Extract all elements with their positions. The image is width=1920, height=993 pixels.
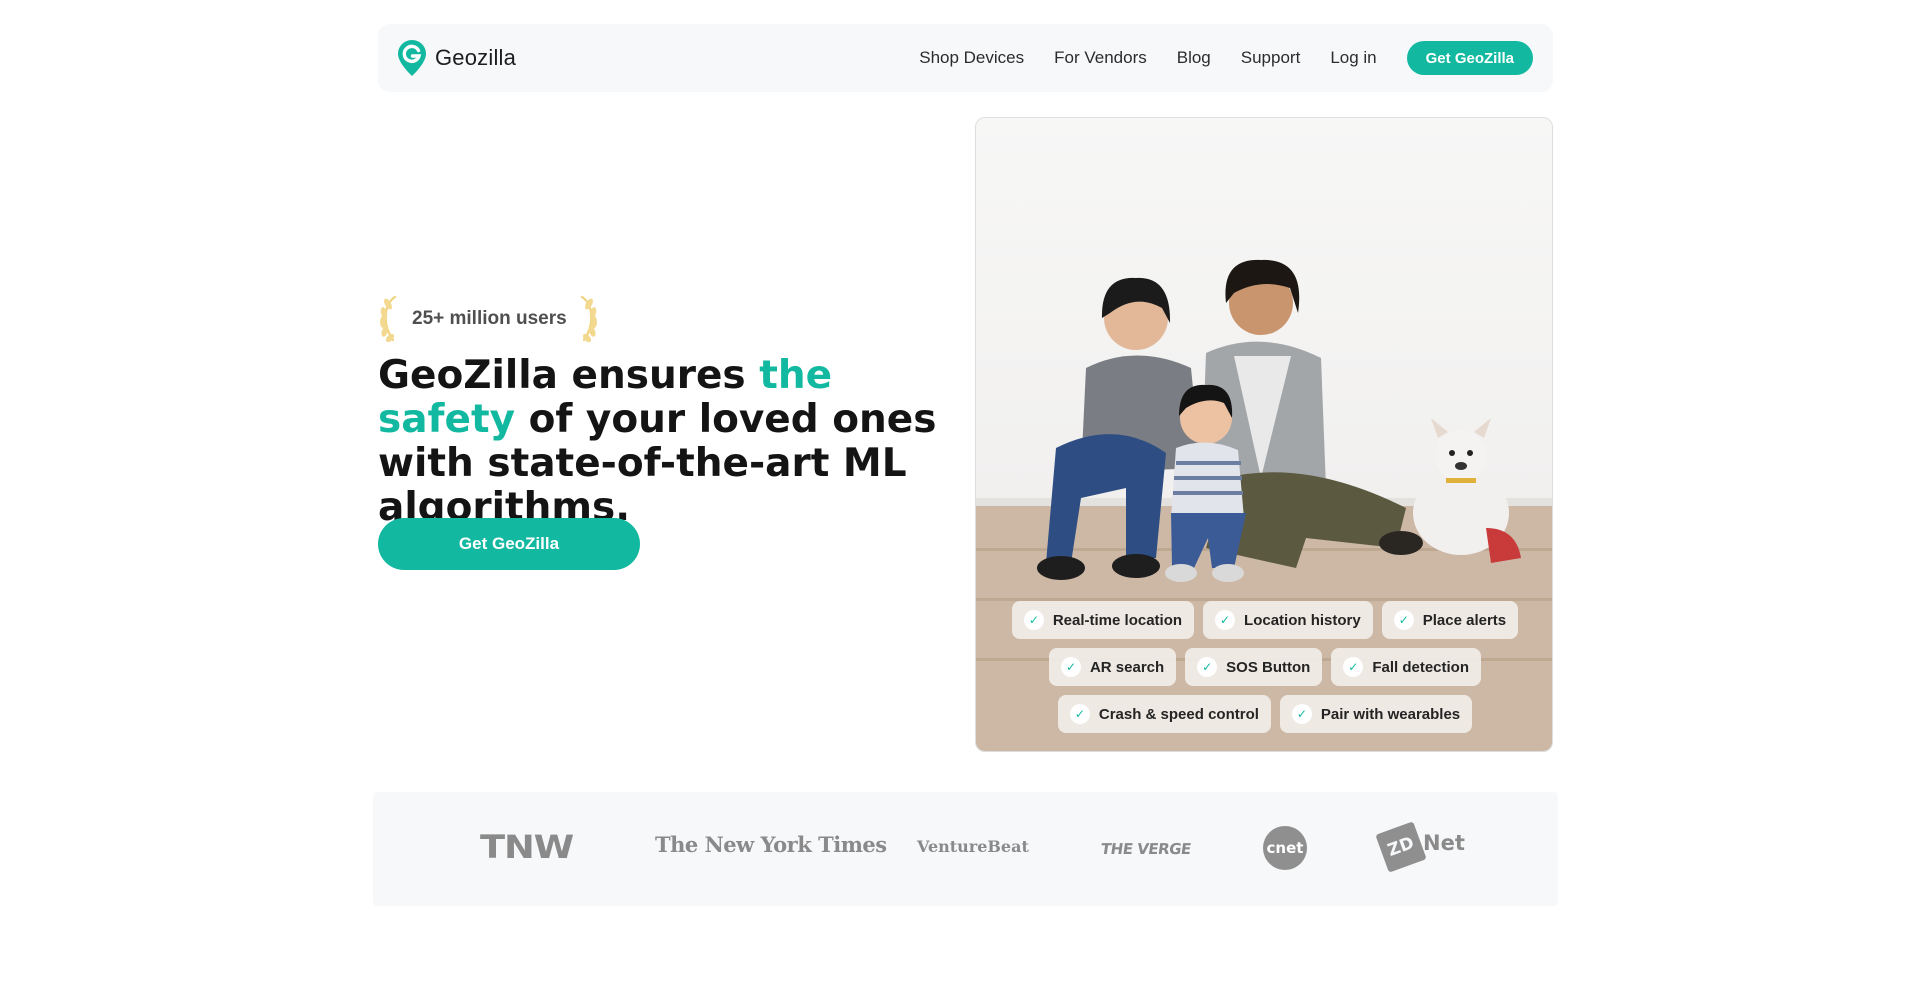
location-pin-g-icon xyxy=(398,40,426,76)
nav-support[interactable]: Support xyxy=(1241,48,1301,68)
press-logo-zdnet: ZD Net xyxy=(1375,821,1465,873)
feature-chip-real-time-location: ✓ Real-time location xyxy=(1011,601,1195,639)
feature-chip-sos-button: ✓ SOS Button xyxy=(1185,648,1323,686)
feature-label: Pair with wearables xyxy=(1320,705,1461,723)
feature-chip-crash-speed-control: ✓ Crash & speed control xyxy=(1057,695,1271,733)
main-nav: Shop Devices For Vendors Blog Support Lo… xyxy=(919,41,1533,75)
feature-label: Crash & speed control xyxy=(1098,705,1259,723)
check-icon: ✓ xyxy=(1023,610,1044,630)
laurel-right-icon xyxy=(580,295,597,343)
nav-log-in[interactable]: Log in xyxy=(1330,48,1376,68)
feature-label: SOS Button xyxy=(1226,658,1311,676)
check-icon: ✓ xyxy=(1291,704,1312,724)
press-logo-nyt: The New York Times xyxy=(655,832,887,857)
feature-label: Place alerts xyxy=(1422,611,1507,629)
feature-chip-group: ✓ Real-time location ✓ Location history … xyxy=(976,601,1552,733)
site-header: Geozilla Shop Devices For Vendors Blog S… xyxy=(378,24,1553,92)
check-icon: ✓ xyxy=(1197,657,1218,677)
feature-row: ✓ Crash & speed control ✓ Pair with wear… xyxy=(1057,695,1473,733)
headline-lead: GeoZilla ensures xyxy=(378,353,760,398)
feature-chip-fall-detection: ✓ Fall detection xyxy=(1331,648,1482,686)
press-logo-cnet: cnet xyxy=(1263,826,1307,870)
laurel-left-icon xyxy=(380,295,397,343)
feature-row: ✓ AR search ✓ SOS Button ✓ Fall detectio… xyxy=(1048,648,1482,686)
check-icon: ✓ xyxy=(1069,704,1090,724)
family-photo-card: ✓ Real-time location ✓ Location history … xyxy=(975,117,1553,752)
press-logo-the-verge: THE VERGE xyxy=(1099,840,1192,858)
check-icon: ✓ xyxy=(1215,610,1236,630)
award-text: 25+ million users xyxy=(412,308,567,329)
header-get-geozilla-button[interactable]: Get GeoZilla xyxy=(1406,41,1533,75)
feature-chip-location-history: ✓ Location history xyxy=(1203,601,1373,639)
nav-blog[interactable]: Blog xyxy=(1177,48,1211,68)
zdnet-text: Net xyxy=(1423,831,1465,855)
nav-shop-devices[interactable]: Shop Devices xyxy=(919,48,1024,68)
feature-chip-ar-search: ✓ AR search xyxy=(1048,648,1177,686)
check-icon: ✓ xyxy=(1393,610,1414,630)
press-logos-strip: TNW The New York Times VentureBeat THE V… xyxy=(373,792,1558,906)
feature-label: AR search xyxy=(1089,658,1165,676)
feature-chip-place-alerts: ✓ Place alerts xyxy=(1381,601,1519,639)
hero-get-geozilla-button[interactable]: Get GeoZilla xyxy=(378,518,640,570)
brand-name: Geozilla xyxy=(435,45,517,70)
check-icon: ✓ xyxy=(1060,657,1081,677)
feature-label: Real-time location xyxy=(1052,611,1183,629)
feature-chip-pair-with-wearables: ✓ Pair with wearables xyxy=(1279,695,1473,733)
check-icon: ✓ xyxy=(1343,657,1364,677)
press-logo-venturebeat: VentureBeat xyxy=(917,837,1029,856)
press-logo-tnw: TNW xyxy=(480,828,574,866)
feature-label: Fall detection xyxy=(1372,658,1470,676)
brand-link[interactable]: Geozilla xyxy=(397,39,516,77)
hero-headline: GeoZilla ensures the safety of your love… xyxy=(378,354,938,530)
feature-label: Location history xyxy=(1244,611,1361,629)
users-award-badge: 25+ million users xyxy=(378,294,599,344)
zdnet-mark: ZD xyxy=(1375,821,1427,873)
nav-for-vendors[interactable]: For Vendors xyxy=(1054,48,1147,68)
feature-row: ✓ Real-time location ✓ Location history … xyxy=(1011,601,1519,639)
